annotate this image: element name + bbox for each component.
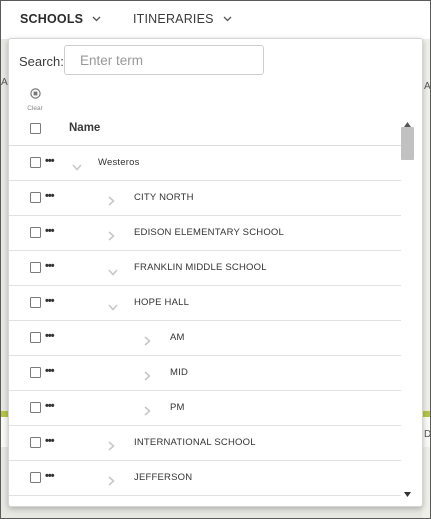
tab-itineraries-label: ITINERARIES — [133, 12, 214, 26]
select-all-checkbox[interactable] — [30, 123, 41, 134]
chevron-down-icon — [92, 16, 101, 22]
row-label: AM — [170, 332, 185, 343]
chevron-down-icon — [223, 16, 232, 22]
row-label: CITY NORTH — [134, 192, 194, 203]
row-checkbox[interactable] — [30, 437, 41, 448]
chevron-right-icon[interactable] — [108, 473, 115, 491]
row-more-icon[interactable]: ••• — [45, 260, 55, 272]
row-checkbox[interactable] — [30, 367, 41, 378]
tree-row[interactable]: ••• FRANKLIN MIDDLE SCHOOL — [9, 251, 401, 286]
row-label: HOPE HALL — [134, 297, 190, 308]
row-more-icon[interactable]: ••• — [45, 400, 55, 412]
chevron-down-icon[interactable] — [72, 158, 82, 176]
tree-rows: ••• Westeros ••• CITY NORTH ••• EDISON ELEMEN… — [9, 146, 401, 508]
row-label: EDISON ELEMENTARY SCHOOL — [134, 227, 284, 238]
tab-schools[interactable]: SCHOOLS — [20, 12, 101, 26]
tree-row[interactable]: ••• JEFFERSON — [9, 461, 401, 496]
row-label: PM — [170, 402, 185, 413]
tree-row[interactable]: ••• INTERNATIONAL SCHOOL — [9, 426, 401, 461]
map-green-line-right — [422, 411, 430, 417]
chevron-down-icon[interactable] — [108, 263, 118, 281]
scrollbar[interactable] — [401, 111, 415, 497]
map-label-bottom-right: D — [424, 429, 431, 440]
scrollbar-thumb[interactable] — [401, 127, 414, 160]
search-input[interactable] — [64, 45, 264, 75]
tab-schools-label: SCHOOLS — [20, 12, 84, 26]
row-label: MID — [170, 367, 189, 378]
row-more-icon[interactable]: ••• — [45, 365, 55, 377]
row-checkbox[interactable] — [30, 157, 41, 168]
chevron-right-icon[interactable] — [144, 368, 151, 386]
row-more-icon[interactable]: ••• — [45, 470, 55, 482]
row-checkbox[interactable] — [30, 402, 41, 413]
tree-header: Name — [9, 111, 401, 146]
row-checkbox[interactable] — [30, 227, 41, 238]
column-header-name[interactable]: Name — [69, 122, 100, 134]
chevron-down-icon[interactable] — [108, 298, 118, 316]
scroll-down-arrow-icon[interactable] — [404, 484, 411, 502]
tree-row[interactable]: ••• EDISON ELEMENTARY SCHOOL — [9, 216, 401, 251]
row-more-icon[interactable]: ••• — [45, 295, 55, 307]
tree-row[interactable]: ••• AM — [9, 321, 401, 356]
tab-itineraries[interactable]: ITINERARIES — [133, 12, 232, 26]
search-label: Search: — [19, 54, 64, 69]
chevron-right-icon[interactable] — [144, 403, 151, 421]
clear-button[interactable]: Clear — [25, 86, 45, 112]
tree-row[interactable]: ••• CITY NORTH — [9, 181, 401, 216]
chevron-right-icon[interactable] — [144, 333, 151, 351]
chevron-right-icon[interactable] — [108, 438, 115, 456]
row-checkbox[interactable] — [30, 332, 41, 343]
tree-row[interactable]: ••• MID — [9, 356, 401, 391]
row-label: INTERNATIONAL SCHOOL — [134, 437, 256, 448]
map-label-left: A — [1, 77, 8, 88]
tree-row[interactable]: ••• HOPE HALL — [9, 286, 401, 321]
top-nav: SCHOOLS ITINERARIES — [1, 1, 430, 39]
row-checkbox[interactable] — [30, 262, 41, 273]
row-checkbox[interactable] — [30, 297, 41, 308]
map-road — [422, 39, 430, 518]
row-more-icon[interactable]: ••• — [45, 225, 55, 237]
tree-row[interactable]: ••• PM — [9, 391, 401, 426]
row-checkbox[interactable] — [30, 192, 41, 203]
row-more-icon[interactable]: ••• — [45, 190, 55, 202]
row-more-icon[interactable]: ••• — [45, 155, 55, 167]
row-more-icon[interactable]: ••• — [45, 330, 55, 342]
app-frame: A A D SCHOOLS ITINERARIES Search: Enter … — [0, 0, 431, 519]
row-label: FRANKLIN MIDDLE SCHOOL — [134, 262, 267, 273]
chevron-right-icon[interactable] — [108, 228, 115, 246]
clear-icon — [29, 86, 41, 104]
row-checkbox[interactable] — [30, 472, 41, 483]
row-more-icon[interactable]: ••• — [45, 435, 55, 447]
map-label-right: A — [424, 81, 431, 92]
schools-dropdown-panel: Search: Clear Name ••• Westeros ••• CITY NO… — [8, 38, 423, 507]
row-label: JEFFERSON — [134, 472, 193, 483]
chevron-right-icon[interactable] — [108, 193, 115, 211]
row-label: Westeros — [98, 157, 140, 168]
tree-row[interactable]: ••• Westeros — [9, 146, 401, 181]
